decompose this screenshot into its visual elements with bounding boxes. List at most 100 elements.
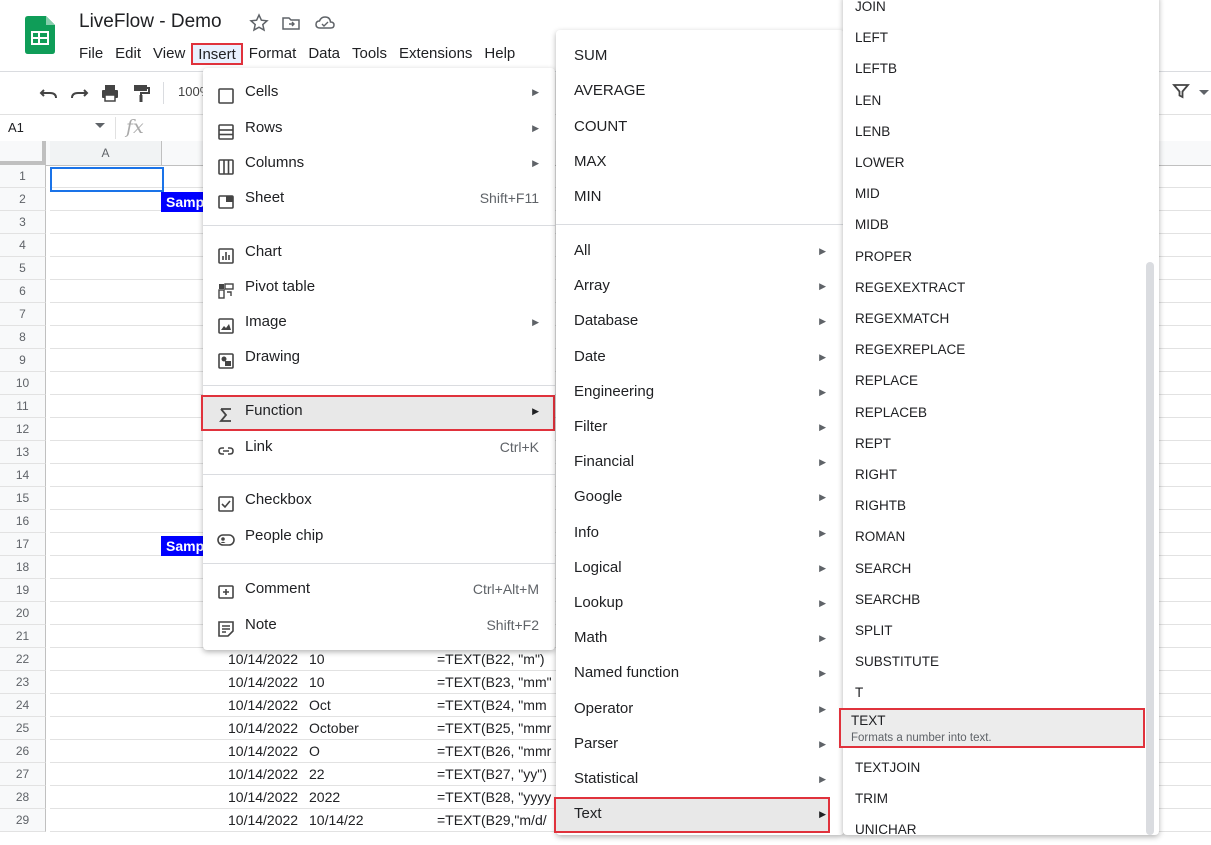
star-icon[interactable] <box>249 13 269 33</box>
function-quick-sum[interactable]: SUM <box>556 39 844 73</box>
row-header[interactable]: 11 <box>0 395 46 418</box>
function-category-engineering[interactable]: Engineering ▶ <box>556 375 844 409</box>
cell-formula[interactable]: =TEXT(B26, "mmr <box>437 743 551 759</box>
insert-menu-item-cells[interactable]: Cells ▶ <box>203 75 555 109</box>
insert-menu-item-link[interactable]: Link Ctrl+K <box>203 430 555 464</box>
function-category-all[interactable]: All ▶ <box>556 234 844 268</box>
text-function-midb[interactable]: MIDB <box>843 210 1159 240</box>
function-category-named-function[interactable]: Named function ▶ <box>556 656 844 690</box>
text-function-rightb[interactable]: RIGHTB <box>843 491 1159 521</box>
row-header[interactable]: 6 <box>0 280 46 303</box>
row-header[interactable]: 1 <box>0 165 46 188</box>
function-quick-min[interactable]: MIN <box>556 180 844 214</box>
cell-date[interactable]: 10/14/2022 <box>228 743 298 759</box>
row-header[interactable]: 23 <box>0 671 46 694</box>
cell-formula[interactable]: =TEXT(B25, "mmr <box>437 720 551 736</box>
cell-date[interactable]: 10/14/2022 <box>228 789 298 805</box>
insert-menu-item-sheet[interactable]: Sheet Shift+F11 <box>203 181 555 215</box>
row-header[interactable]: 12 <box>0 418 46 441</box>
function-category-financial[interactable]: Financial ▶ <box>556 445 844 479</box>
menu-format[interactable]: Format <box>243 43 303 65</box>
function-category-text[interactable]: Text ▶ <box>556 797 844 831</box>
row-header[interactable]: 16 <box>0 510 46 533</box>
print-icon[interactable] <box>99 82 121 104</box>
text-function-regexreplace[interactable]: REGEXREPLACE <box>843 335 1159 365</box>
row-header[interactable]: 9 <box>0 349 46 372</box>
text-function-search[interactable]: SEARCH <box>843 554 1159 584</box>
function-category-operator[interactable]: Operator ▶ <box>556 692 844 726</box>
cell-date[interactable]: 10/14/2022 <box>228 720 298 736</box>
cloud-saved-icon[interactable] <box>314 13 335 33</box>
cell-result[interactable]: O <box>309 743 320 759</box>
function-category-filter[interactable]: Filter ▶ <box>556 410 844 444</box>
menu-edit[interactable]: Edit <box>109 43 147 65</box>
cell-result[interactable]: 22 <box>309 766 325 782</box>
menu-tools[interactable]: Tools <box>346 43 393 65</box>
cell-result[interactable]: 10 <box>309 674 325 690</box>
insert-menu-item-rows[interactable]: Rows ▶ <box>203 111 555 145</box>
menu-view[interactable]: View <box>147 43 191 65</box>
text-function-lenb[interactable]: LENB <box>843 117 1159 147</box>
name-box[interactable]: A1 <box>8 120 24 135</box>
text-function-mid[interactable]: MID <box>843 179 1159 209</box>
row-header[interactable]: 26 <box>0 740 46 763</box>
menu-insert[interactable]: Insert <box>191 43 243 65</box>
row-header[interactable]: 13 <box>0 441 46 464</box>
menu-help[interactable]: Help <box>478 43 521 65</box>
move-folder-icon[interactable] <box>281 13 301 33</box>
text-function-lower[interactable]: LOWER <box>843 148 1159 178</box>
insert-menu-item-columns[interactable]: Columns ▶ <box>203 146 555 180</box>
column-header-a[interactable]: A <box>50 141 162 165</box>
text-function-proper[interactable]: PROPER <box>843 242 1159 272</box>
cell-date[interactable]: 10/14/2022 <box>228 812 298 828</box>
cell-formula[interactable]: =TEXT(B22, "m") <box>437 651 545 667</box>
row-header[interactable]: 8 <box>0 326 46 349</box>
text-function-searchb[interactable]: SEARCHB <box>843 585 1159 615</box>
select-all-corner[interactable] <box>0 141 46 165</box>
insert-menu-item-comment[interactable]: Comment Ctrl+Alt+M <box>203 572 555 606</box>
scrollbar-thumb[interactable] <box>1146 262 1154 835</box>
cell-formula[interactable]: =TEXT(B29,"m/d/ <box>437 812 547 828</box>
cell-formula[interactable]: =TEXT(B27, "yy") <box>437 766 547 782</box>
cell-date[interactable]: 10/14/2022 <box>228 766 298 782</box>
row-header[interactable]: 15 <box>0 487 46 510</box>
insert-menu-item-function[interactable]: Function ▶ <box>203 394 555 428</box>
text-function-unichar[interactable]: UNICHAR <box>843 815 1159 845</box>
function-category-google[interactable]: Google ▶ <box>556 480 844 514</box>
row-header[interactable]: 7 <box>0 303 46 326</box>
text-function-t[interactable]: T <box>843 678 1159 708</box>
row-header[interactable]: 3 <box>0 211 46 234</box>
selected-cell-a1[interactable] <box>50 167 164 192</box>
row-header[interactable]: 14 <box>0 464 46 487</box>
cell-result[interactable]: 10/14/22 <box>309 812 364 828</box>
cell-date[interactable]: 10/14/2022 <box>228 674 298 690</box>
text-function-left[interactable]: LEFT <box>843 23 1159 53</box>
filter-icon[interactable] <box>1172 82 1190 100</box>
text-function-replaceb[interactable]: REPLACEB <box>843 398 1159 428</box>
function-category-parser[interactable]: Parser ▶ <box>556 727 844 761</box>
text-function-len[interactable]: LEN <box>843 86 1159 116</box>
insert-menu-item-note[interactable]: Note Shift+F2 <box>203 608 555 642</box>
function-quick-average[interactable]: AVERAGE <box>556 74 844 108</box>
function-category-logical[interactable]: Logical ▶ <box>556 551 844 585</box>
menu-extensions[interactable]: Extensions <box>393 43 478 65</box>
row-header[interactable]: 10 <box>0 372 46 395</box>
row-header[interactable]: 20 <box>0 602 46 625</box>
function-quick-count[interactable]: COUNT <box>556 110 844 144</box>
text-function-replace[interactable]: REPLACE <box>843 366 1159 396</box>
text-function-substitute[interactable]: SUBSTITUTE <box>843 647 1159 677</box>
row-header[interactable]: 18 <box>0 556 46 579</box>
undo-icon[interactable] <box>38 82 60 104</box>
text-function-textjoin[interactable]: TEXTJOIN <box>843 753 1159 783</box>
menu-data[interactable]: Data <box>302 43 346 65</box>
function-category-array[interactable]: Array ▶ <box>556 269 844 303</box>
text-function-join[interactable]: JOIN <box>843 0 1159 22</box>
text-function-regexmatch[interactable]: REGEXMATCH <box>843 304 1159 334</box>
function-category-statistical[interactable]: Statistical ▶ <box>556 762 844 796</box>
function-category-info[interactable]: Info ▶ <box>556 516 844 550</box>
cell-formula[interactable]: =TEXT(B28, "yyyy <box>437 789 551 805</box>
row-header[interactable]: 5 <box>0 257 46 280</box>
text-function-item[interactable]: TEXT Formats a number into text. <box>839 708 1145 748</box>
cell-formula[interactable]: =TEXT(B23, "mm" <box>437 674 552 690</box>
row-header[interactable]: 28 <box>0 786 46 809</box>
